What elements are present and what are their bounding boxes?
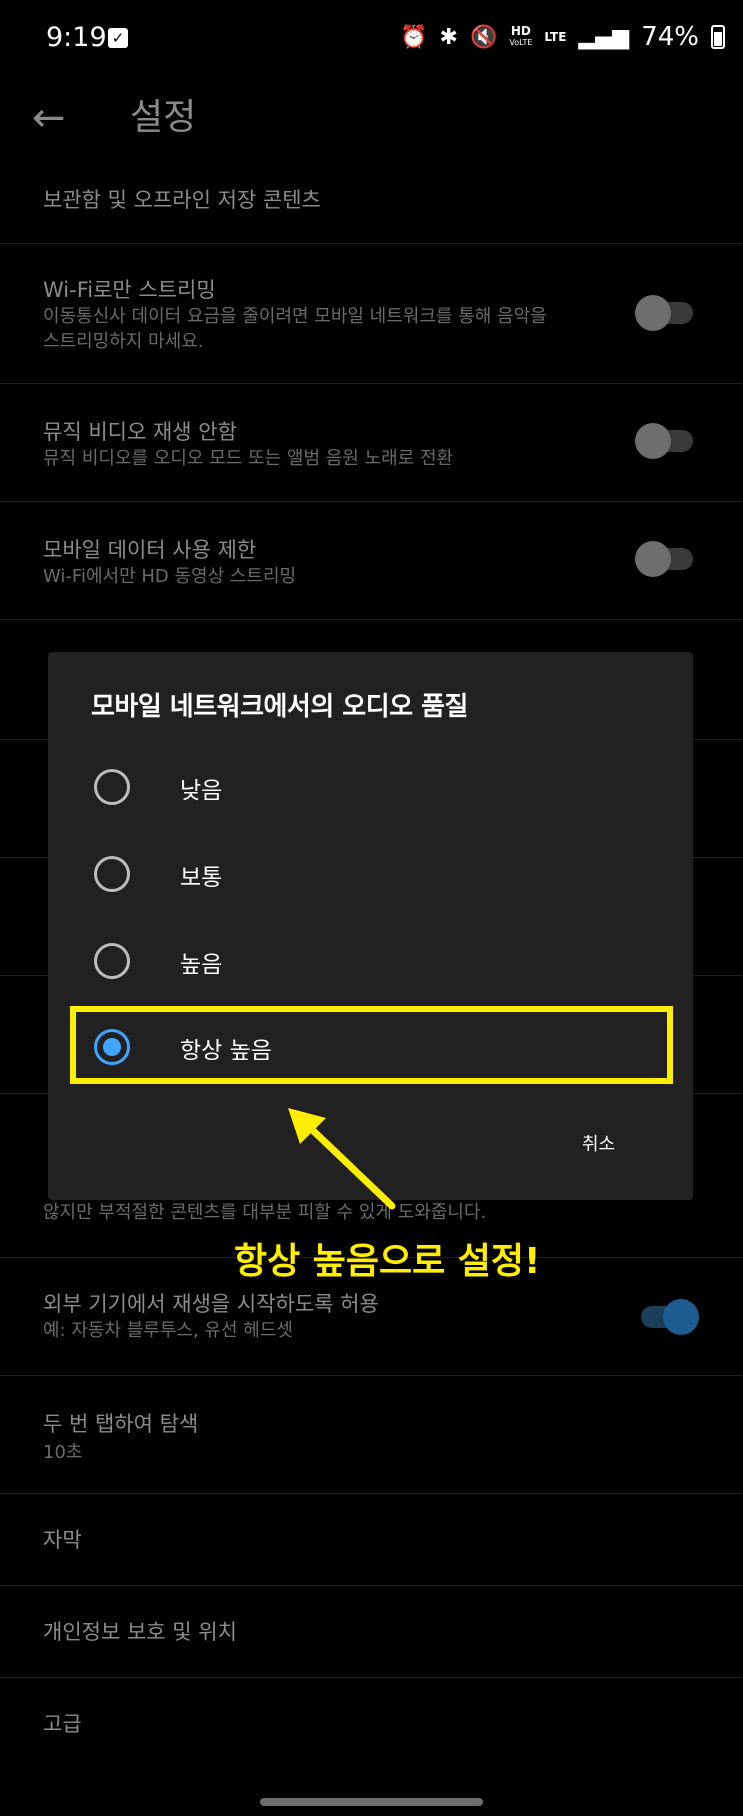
setting-title: 외부 기기에서 재생을 시작하도록 허용	[43, 1292, 379, 1316]
home-indicator[interactable]	[260, 1798, 483, 1806]
setting-subtitle: 예: 자동차 블루투스, 유선 헤드셋	[43, 1320, 293, 1341]
status-icons: ⏰ ✱ 🔇 HD VoLTE LTE ▂▄▆ 74%	[400, 22, 725, 52]
battery-percent: 74%	[641, 22, 699, 52]
signal-icon: ▂▄▆	[578, 24, 630, 50]
setting-privacy-location[interactable]: 개인정보 보호 및 위치	[0, 1586, 743, 1678]
back-arrow-icon[interactable]: ←	[32, 98, 72, 138]
wifi-only-toggle[interactable]	[635, 295, 693, 331]
setting-subtitle: 뮤직 비디오를 오디오 모드 또는 앨범 음원 노래로 전환	[43, 448, 454, 469]
setting-title: 두 번 탭하여 탐색	[43, 1412, 199, 1436]
setting-subtitle: 이동통신사 데이터 요금을 줄이려면 모바일 네트워크를 통해 음악을 스트리밍…	[43, 306, 547, 352]
lte-indicator: LTE	[544, 30, 567, 44]
setting-title: 개인정보 보호 및 위치	[43, 1620, 237, 1644]
option-high[interactable]: 높음	[48, 921, 693, 1001]
setting-title: 자막	[43, 1528, 82, 1552]
radio-button[interactable]	[94, 769, 130, 805]
battery-icon	[711, 25, 725, 49]
setting-limit-mobile-data[interactable]: 모바일 데이터 사용 제한 Wi-Fi에서만 HD 동영상 스트리밍	[0, 502, 743, 620]
setting-wifi-only[interactable]: Wi-Fi로만 스트리밍 이동통신사 데이터 요금을 줄이려면 모바일 네트워크…	[0, 244, 743, 384]
setting-double-tap-seek[interactable]: 두 번 탭하여 탐색 10초	[0, 1376, 743, 1494]
option-low[interactable]: 낮음	[48, 747, 693, 827]
option-normal[interactable]: 보통	[48, 834, 693, 914]
setting-title: 고급	[43, 1712, 82, 1736]
cancel-button[interactable]: 취소	[582, 1130, 615, 1156]
hd-voice-indicator: HD VoLTE	[509, 24, 533, 47]
setting-library-offline[interactable]: 보관함 및 오프라인 저장 콘텐츠	[0, 160, 743, 244]
mute-icon: 🔇	[469, 24, 498, 50]
setting-title: 보관함 및 오프라인 저장 콘텐츠	[43, 188, 321, 212]
limit-mobile-data-toggle[interactable]	[635, 541, 693, 577]
radio-button[interactable]	[94, 943, 130, 979]
option-label: 보통	[180, 865, 223, 891]
radio-button[interactable]	[94, 856, 130, 892]
setting-subtitle: 10초	[43, 1442, 83, 1463]
option-label: 낮음	[180, 778, 223, 804]
alarm-icon: ⏰	[400, 24, 428, 50]
setting-title: 모바일 데이터 사용 제한	[43, 538, 257, 562]
setting-title: 뮤직 비디오 재생 안함	[43, 420, 237, 444]
dialog-title: 모바일 네트워크에서의 오디오 품질	[91, 692, 468, 722]
setting-title: Wi-Fi로만 스트리밍	[43, 278, 216, 302]
annotation-text: 항상 높음으로 설정!	[234, 1241, 541, 1282]
external-devices-toggle[interactable]	[641, 1299, 699, 1335]
setting-subtitle: Wi-Fi에서만 HD 동영상 스트리밍	[43, 566, 297, 587]
status-bar: 9:19 ✓ ⏰ ✱ 🔇 HD VoLTE LTE ▂▄▆ 74%	[0, 0, 743, 80]
notification-check-icon: ✓	[108, 28, 128, 48]
status-time: 9:19	[46, 22, 107, 53]
option-label: 높음	[180, 952, 223, 978]
no-music-video-toggle[interactable]	[635, 423, 693, 459]
annotation-arrow-icon	[288, 1108, 396, 1210]
setting-advanced[interactable]: 고급	[0, 1678, 743, 1770]
setting-no-music-video[interactable]: 뮤직 비디오 재생 안함 뮤직 비디오를 오디오 모드 또는 앨범 음원 노래로…	[0, 384, 743, 502]
setting-captions[interactable]: 자막	[0, 1494, 743, 1586]
page-title: 설정	[130, 97, 197, 138]
bluetooth-icon: ✱	[439, 24, 458, 50]
highlight-box	[70, 1006, 673, 1084]
